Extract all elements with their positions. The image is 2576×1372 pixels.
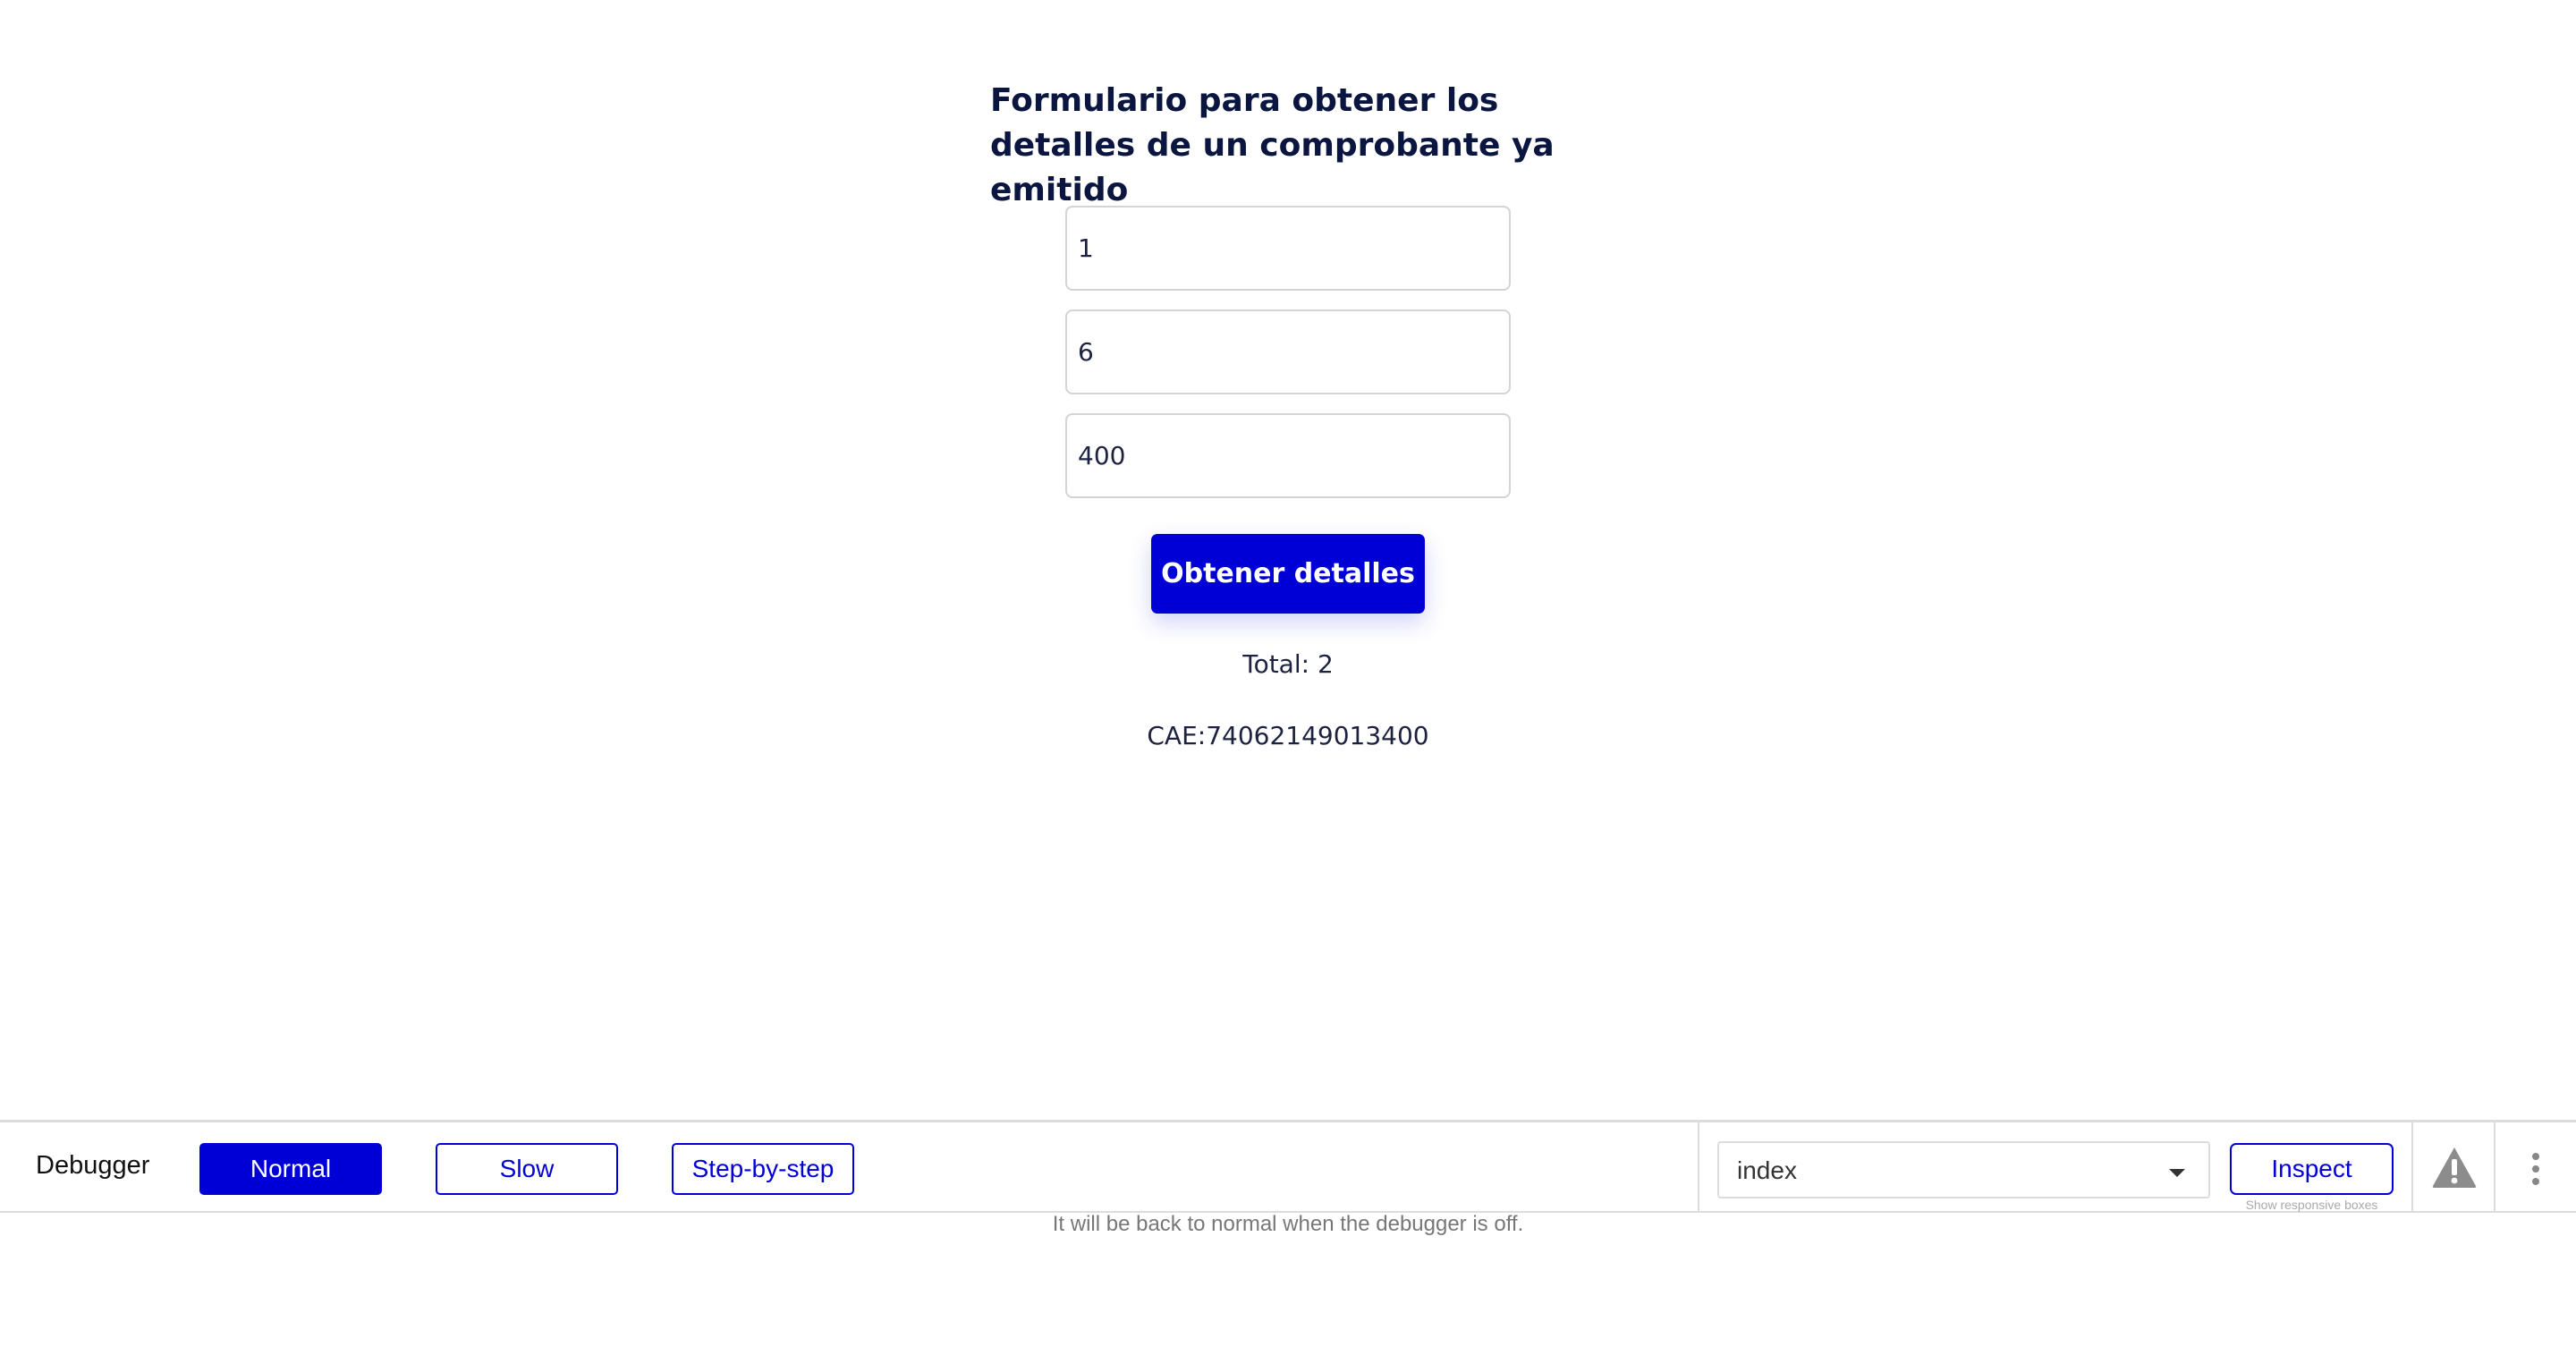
field-3-input[interactable] — [1065, 413, 1511, 498]
app-root: Formulario para obtener los detalles de … — [0, 0, 2576, 1372]
total-text: Total: 2 — [1242, 649, 1334, 679]
field-1-input[interactable] — [1065, 206, 1511, 291]
cae-text: CAE:74062149013400 — [1147, 721, 1429, 750]
mode-normal-button[interactable]: Normal — [199, 1143, 382, 1195]
page-select-value: index — [1737, 1156, 1797, 1184]
chevron-down-icon — [2169, 1169, 2185, 1177]
mode-slow-button[interactable]: Slow — [436, 1143, 618, 1195]
debugger-label: Debugger — [36, 1151, 150, 1180]
obtener-detalles-button[interactable]: Obtener detalles — [1151, 534, 1425, 614]
inspect-button[interactable]: Inspect — [2230, 1143, 2394, 1195]
debugger-bar: Debugger Normal Slow Step-by-step index … — [0, 1120, 2576, 1213]
warning-icon[interactable] — [2431, 1146, 2478, 1189]
field-2-input[interactable] — [1065, 309, 1511, 394]
divider — [1698, 1122, 1699, 1212]
inspect-hint: Show responsive boxes — [2245, 1198, 2378, 1212]
divider — [2411, 1122, 2413, 1212]
page-select[interactable]: index — [1717, 1141, 2210, 1198]
more-vert-icon[interactable] — [2524, 1151, 2547, 1187]
form-title: Formulario para obtener los detalles de … — [990, 82, 1555, 208]
divider — [2494, 1122, 2496, 1212]
debugger-note: It will be back to normal when the debug… — [1052, 1212, 1524, 1236]
mode-step-by-step-button[interactable]: Step-by-step — [672, 1143, 854, 1195]
